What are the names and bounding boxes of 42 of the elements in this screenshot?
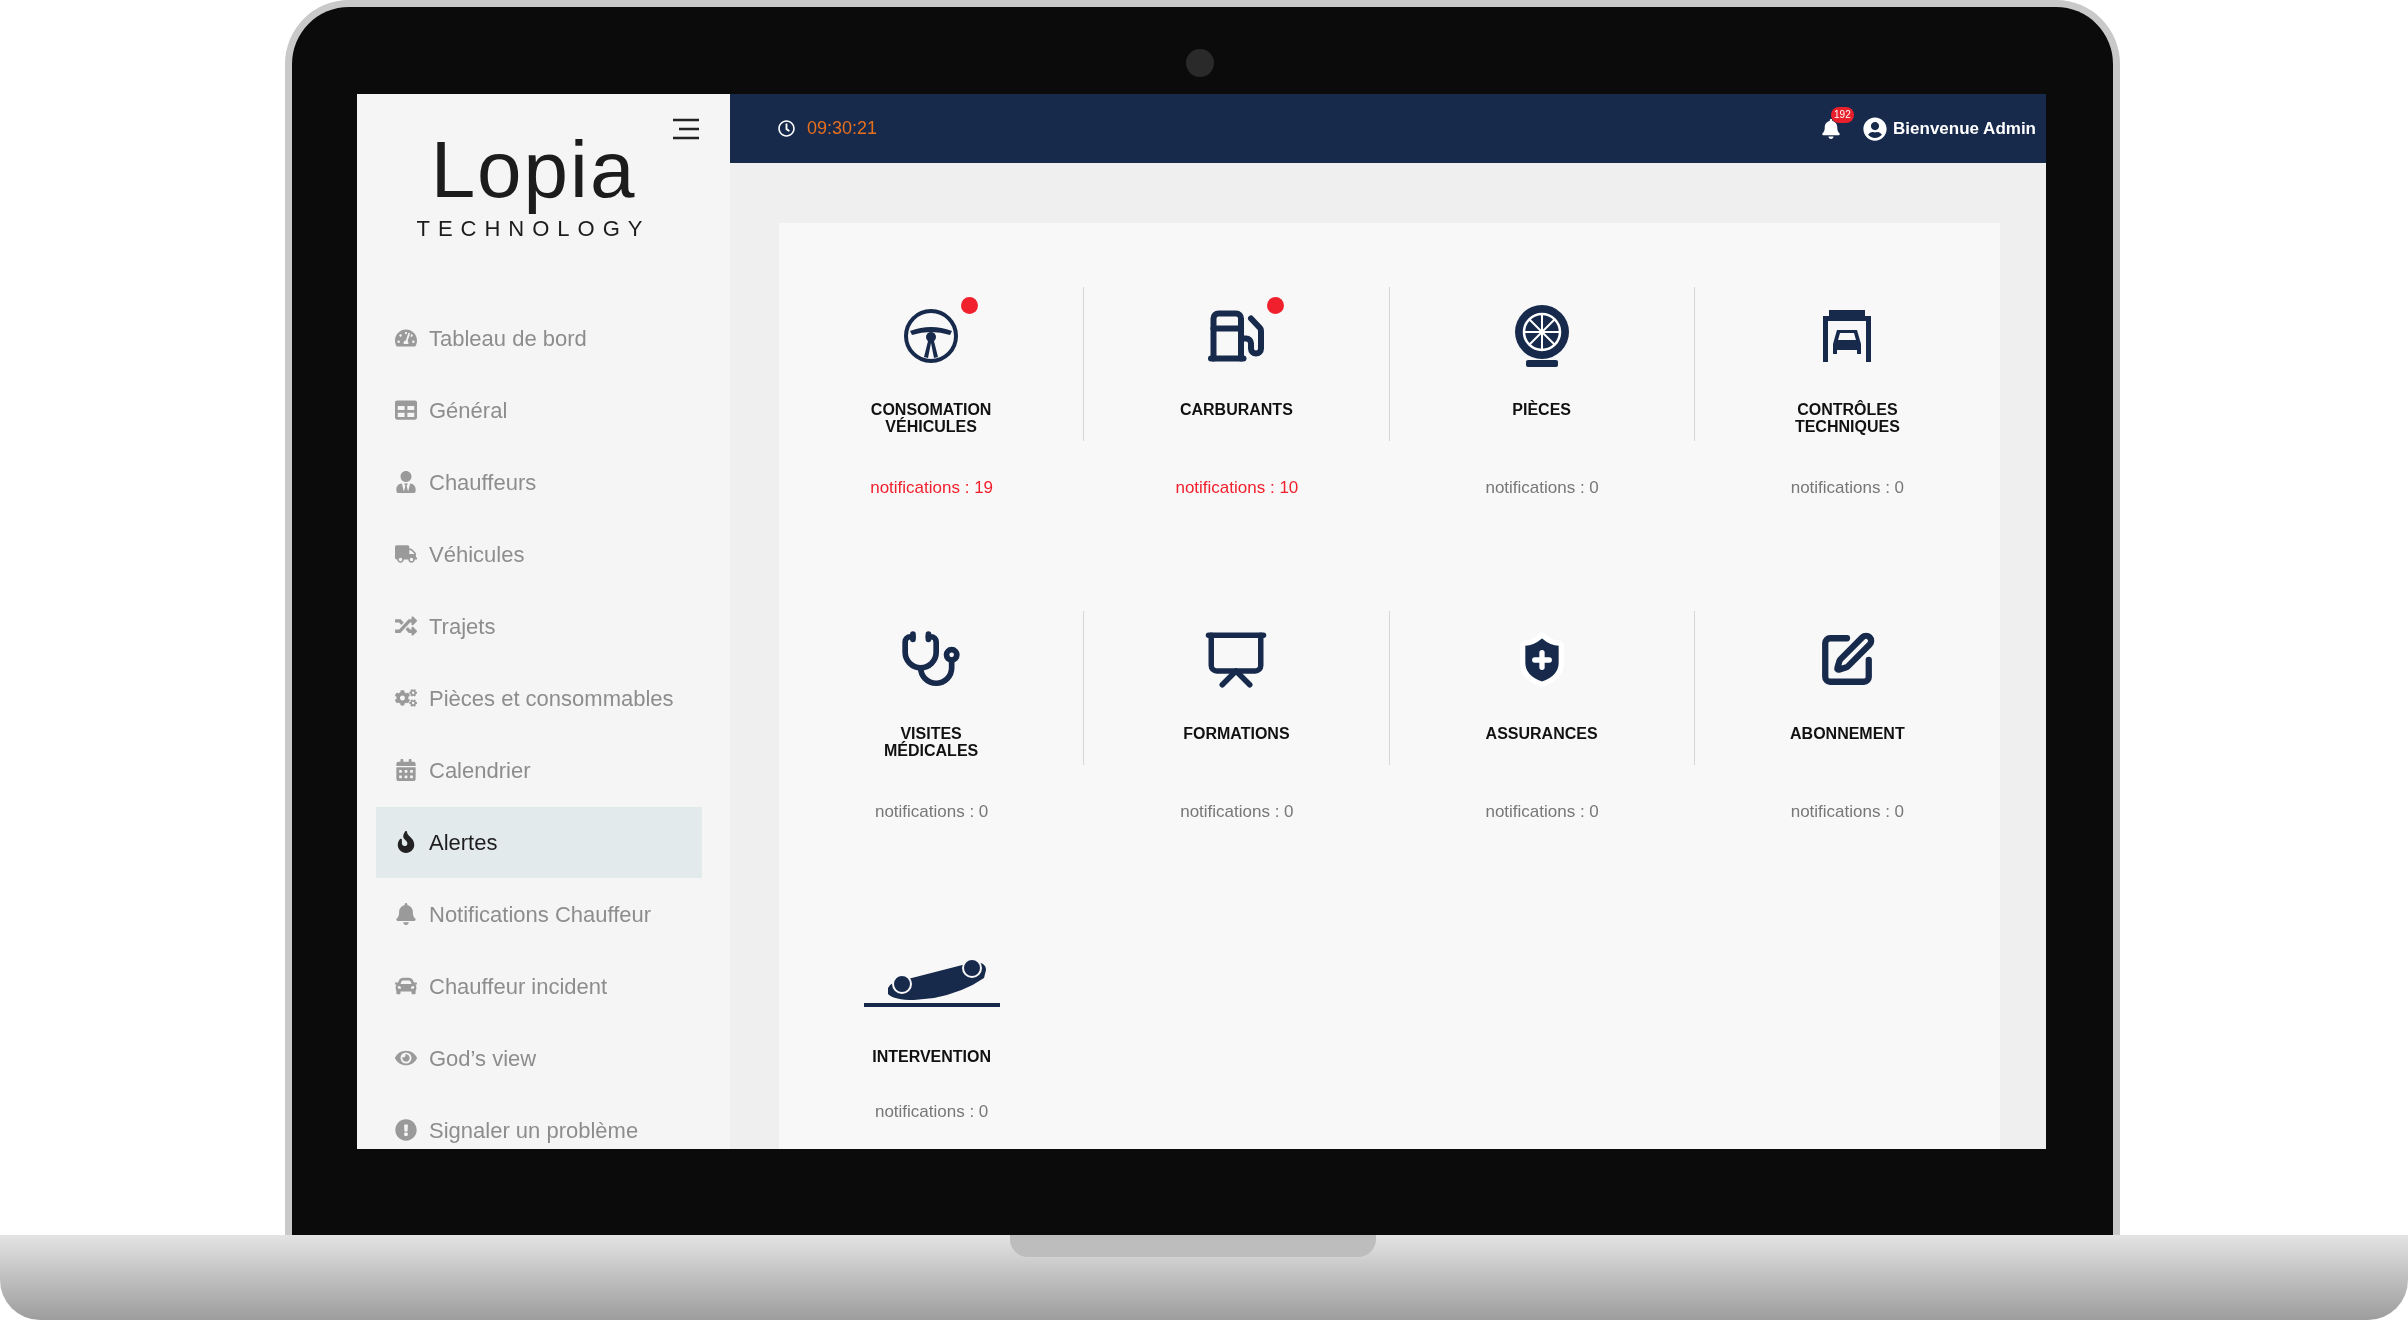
alert-category-title[interactable]: CONTRÔLES TECHNIQUES — [1767, 401, 1928, 435]
truck-icon — [395, 543, 417, 565]
notification-count: notifications : 10 — [1175, 477, 1299, 499]
logo-name: Lopia — [430, 124, 637, 216]
notification-count: notifications : 19 — [870, 477, 994, 499]
bell-icon — [395, 903, 417, 925]
alert-category-title[interactable]: ABONNEMENT — [1790, 724, 1905, 742]
notification-count: notifications : 0 — [1790, 800, 1905, 823]
alert-category-title[interactable]: ASSURANCES — [1485, 724, 1598, 742]
alert-category-title[interactable]: VISITES MÉDICALES — [851, 724, 1012, 759]
alert-category-title[interactable]: INTERVENTION — [872, 1048, 992, 1065]
notification-count: notifications : 0 — [1790, 477, 1905, 499]
notification-count: notifications : 0 — [874, 1101, 989, 1123]
exclamation-icon — [395, 1119, 417, 1141]
notification-count: notifications : 0 — [874, 800, 989, 823]
bell-icon[interactable] — [1821, 118, 1842, 139]
camera-icon — [1186, 49, 1214, 77]
notification-count: notifications : 0 — [1485, 477, 1599, 499]
alert-category-title[interactable]: CARBURANTS — [1179, 401, 1293, 418]
clock-icon — [778, 120, 795, 137]
person-icon — [395, 471, 417, 493]
calendar-icon — [395, 759, 417, 781]
sidebar-item[interactable]: Alertes — [376, 806, 702, 878]
clock-time: 09:30:21 — [807, 117, 878, 140]
alert-category-title[interactable]: FORMATIONS — [1183, 724, 1290, 742]
table-icon — [395, 399, 417, 421]
notification-count: notifications : 0 — [1485, 800, 1599, 823]
shuffle-icon — [395, 615, 417, 637]
notification-badge: 192 — [1831, 106, 1854, 123]
alert-category-title[interactable]: PIÈCES — [1512, 401, 1571, 418]
logo-tagline: TECHNOLOGY — [416, 218, 651, 240]
user-avatar-icon[interactable] — [1863, 116, 1888, 141]
gears-icon — [395, 687, 417, 709]
notification-count: notifications : 0 — [1180, 800, 1294, 823]
flame-icon — [395, 831, 417, 853]
steering-wheel-icon — [902, 307, 961, 365]
alert-category-title[interactable]: CONSOMATION VÉHICULES — [851, 401, 1012, 435]
gauge-icon — [395, 327, 417, 349]
overturned-car-icon — [863, 958, 1000, 1008]
car-icon — [395, 975, 417, 997]
menu-icon[interactable] — [671, 118, 701, 140]
greeting-text[interactable]: Bienvenue Admin — [1893, 115, 2036, 142]
